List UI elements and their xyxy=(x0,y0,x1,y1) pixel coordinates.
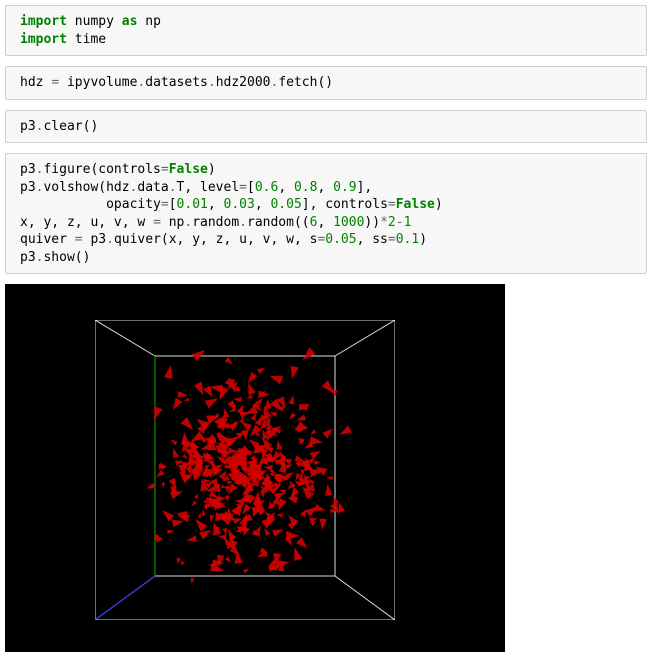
cell-fetch[interactable]: hdz = ipyvolume.datasets.hdz2000.fetch() xyxy=(5,66,647,100)
cell-main[interactable]: p3.figure(controls=False)p3.volshow(hdz.… xyxy=(5,153,647,274)
cell-clear[interactable]: p3.clear() xyxy=(5,110,647,144)
code-line: p3.volshow(hdz.data.T, level=[0.6, 0.8, … xyxy=(20,179,632,197)
output-visualization[interactable] xyxy=(5,284,647,652)
code-line: p3.show() xyxy=(20,249,632,267)
code-line: hdz = ipyvolume.datasets.hdz2000.fetch() xyxy=(20,74,632,92)
code-line: quiver = p3.quiver(x, y, z, u, v, w, s=0… xyxy=(20,231,632,249)
code-line: import numpy as np xyxy=(20,13,632,31)
wireframe-cube-icon xyxy=(95,320,395,620)
code-line: import time xyxy=(20,31,632,49)
code-line: opacity=[0.01, 0.03, 0.05], controls=Fal… xyxy=(20,196,632,214)
quiver-plot-3d[interactable] xyxy=(5,284,505,652)
code-line: p3.clear() xyxy=(20,118,632,136)
cell-imports[interactable]: import numpy as npimport time xyxy=(5,5,647,56)
code-line: p3.figure(controls=False) xyxy=(20,161,632,179)
code-line: x, y, z, u, v, w = np.random.random((6, … xyxy=(20,214,632,232)
